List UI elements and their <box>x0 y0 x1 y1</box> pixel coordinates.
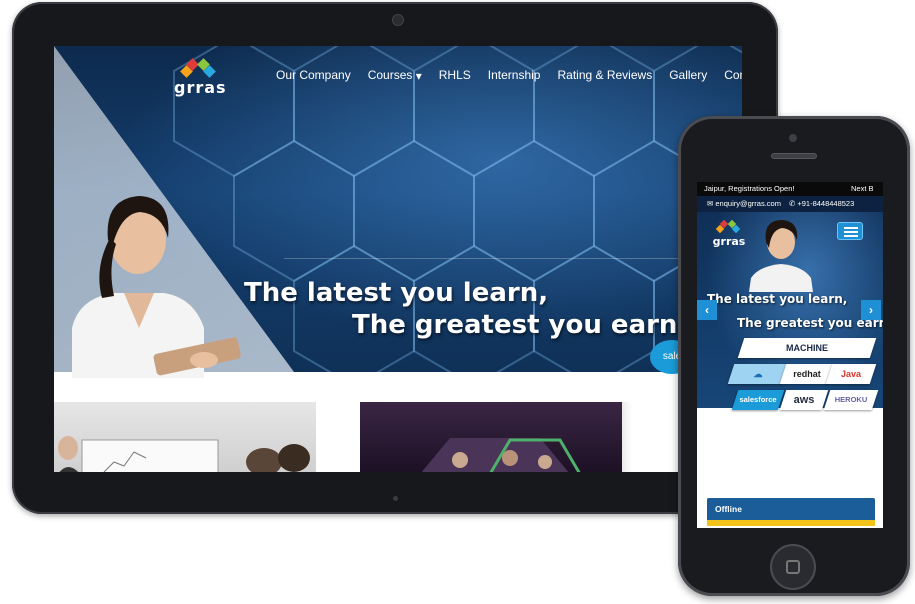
salesforce-logo: salesforce <box>739 395 777 404</box>
chevron-down-icon: ▾ <box>415 68 422 83</box>
phone-hero-banner: grras The latest you learn, The greatest… <box>697 212 883 410</box>
heroku-logo: HEROKU <box>834 395 868 404</box>
grras-logo[interactable]: grras <box>174 58 227 98</box>
azure-logo-tile: ☁ <box>727 364 789 384</box>
card-shadow <box>622 402 632 472</box>
phone-icon: ✆ <box>788 199 796 208</box>
machine-learning-logo-tile: MACHINE <box>737 338 877 358</box>
tablet-sensor <box>393 496 398 501</box>
nav-gallery[interactable]: Gallery <box>669 68 707 83</box>
machine-learning-logo: MACHINE <box>786 343 828 353</box>
ticker-next-text: Next B <box>851 184 874 193</box>
salesforce-logo-tile: salesforce <box>731 390 785 410</box>
course-card-2[interactable] <box>360 402 622 472</box>
hamburger-icon-bar <box>844 227 858 229</box>
chevron-left-icon: ‹ <box>705 303 709 317</box>
tablet-camera <box>392 14 404 26</box>
main-nav: Our Company Courses ▾ RHLS Internship Ra… <box>276 68 742 83</box>
hero-headline-line2: The greatest you earn. <box>352 310 688 340</box>
email-link[interactable]: ✉ enquiry@grras.com <box>707 196 781 212</box>
home-button-icon <box>786 560 800 574</box>
hero-banner: grras Our Company Courses ▾ RHLS Interns… <box>54 46 742 378</box>
hamburger-menu-button[interactable] <box>837 222 863 240</box>
phone-logo-text: grras <box>712 235 746 248</box>
heroku-logo-tile: HEROKU <box>823 390 879 410</box>
java-logo-tile: Java <box>825 364 877 384</box>
phone-speaker <box>771 153 817 159</box>
seminar-image <box>421 438 581 472</box>
logo-diamonds-icon <box>180 58 216 78</box>
redhat-logo: redhat <box>793 369 821 379</box>
hero-divider <box>284 258 742 259</box>
phone-hero-headline-line1: The latest you learn, <box>707 292 848 306</box>
hamburger-icon-bar <box>844 235 858 237</box>
hero-headline-line1: The latest you learn, <box>244 278 549 308</box>
chat-bottom-stripe <box>707 520 875 526</box>
cloud-icon: ☁ <box>753 369 763 379</box>
phone-logo-diamonds-icon <box>715 219 741 234</box>
tablet-device: grras Our Company Courses ▾ RHLS Interns… <box>12 2 778 514</box>
nav-rating-reviews[interactable]: Rating & Reviews <box>557 68 652 83</box>
aws-logo-tile: aws <box>779 390 829 410</box>
phone-hero-woman-image <box>749 220 813 292</box>
hamburger-icon-bar <box>844 231 858 233</box>
ticker-text: Jaipur, Registrations Open! <box>704 184 795 193</box>
phone-home-button[interactable] <box>770 544 816 590</box>
aws-logo: aws <box>793 394 815 406</box>
phone-device: Jaipur, Registrations Open! Next B ✉ enq… <box>678 116 910 596</box>
phone-link[interactable]: ✆ +91-8448448523 <box>789 196 854 212</box>
nav-internship[interactable]: Internship <box>488 68 541 83</box>
nav-courses-label: Courses <box>367 68 413 82</box>
nav-our-company[interactable]: Our Company <box>276 68 351 83</box>
phone-camera <box>789 134 797 142</box>
classroom-image <box>58 436 310 472</box>
course-card-1[interactable] <box>54 402 316 472</box>
email-text: enquiry@grras.com <box>715 199 781 208</box>
hero-woman-image <box>72 196 241 378</box>
chat-offline-button[interactable]: Offline <box>707 498 875 520</box>
contact-bar: ✉ enquiry@grras.com ✆ +91-8448448523 <box>697 196 883 212</box>
phone-number-text: +91-8448448523 <box>797 199 855 208</box>
carousel-next-button[interactable]: › <box>861 300 881 320</box>
nav-rhls[interactable]: RHLS <box>439 68 471 83</box>
envelope-icon: ✉ <box>707 199 714 208</box>
phone-grras-logo[interactable]: grras <box>711 219 747 250</box>
nav-contact-us[interactable]: Contact Us <box>724 68 742 83</box>
tablet-screen: grras Our Company Courses ▾ RHLS Interns… <box>54 46 742 472</box>
nav-courses[interactable]: Courses ▾ <box>368 68 422 83</box>
phone-screen: Jaipur, Registrations Open! Next B ✉ enq… <box>697 182 883 528</box>
java-logo: Java <box>840 369 862 379</box>
carousel-prev-button[interactable]: ‹ <box>697 300 717 320</box>
logo-text: grras <box>174 78 227 97</box>
news-ticker[interactable]: Jaipur, Registrations Open! Next B <box>697 182 883 196</box>
chevron-right-icon: › <box>869 303 873 317</box>
